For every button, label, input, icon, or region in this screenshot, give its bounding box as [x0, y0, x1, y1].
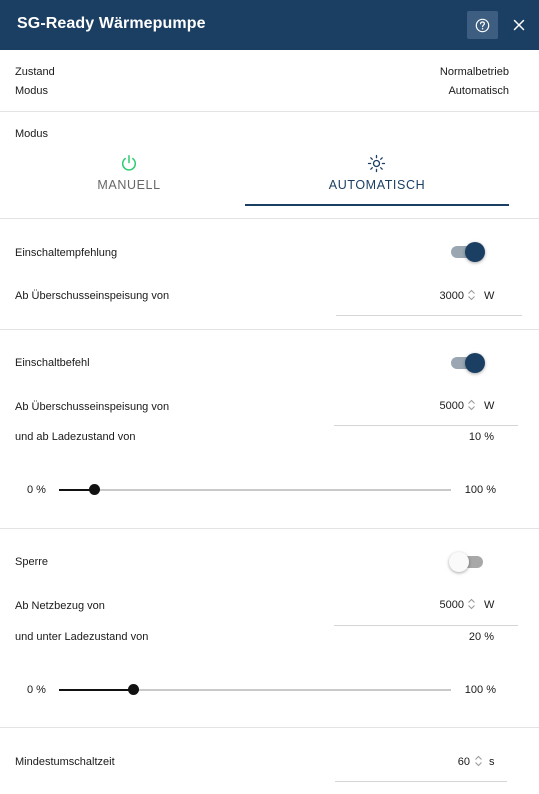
zustand-label: Zustand	[15, 66, 55, 78]
input-underline	[336, 315, 522, 316]
sun-icon	[367, 154, 386, 173]
einschaltbefehl-surplus-label: Ab Überschusseinspeisung von	[15, 401, 170, 413]
help-button[interactable]	[467, 11, 498, 39]
zustand-value: Normalbetrieb	[439, 66, 509, 78]
tab-manuell[interactable]: MANUELL	[15, 150, 243, 206]
mindestumschaltzeit-label: Mindestumschaltzeit	[15, 756, 115, 768]
slider-thumb[interactable]	[89, 484, 101, 495]
tab-automatisch[interactable]: AUTOMATISCH	[245, 150, 509, 206]
sperre-slider-min: 0 %	[27, 684, 46, 696]
sperre-slider-max: 100 %	[464, 684, 496, 696]
input-underline	[334, 425, 518, 426]
sperre-grid-unit: W	[484, 599, 495, 611]
spinner-arrows-icon[interactable]	[467, 288, 476, 302]
input-underline	[334, 625, 518, 626]
divider	[0, 528, 539, 529]
dialog-header: SG-Ready Wärmepumpe	[0, 0, 539, 50]
modus-value: Automatisch	[448, 85, 509, 97]
sperre-label: Sperre	[15, 556, 49, 568]
sperre-grid-label: Ab Netzbezug von	[15, 600, 105, 612]
help-circle-icon	[475, 18, 490, 33]
einschaltempfehlung-surplus-label: Ab Überschusseinspeisung von	[15, 290, 170, 302]
mindestumschaltzeit-input[interactable]: 60	[420, 756, 470, 768]
einschaltempfehlung-surplus-unit: W	[484, 290, 495, 302]
power-icon	[121, 155, 137, 171]
sperre-grid-input[interactable]: 5000	[400, 599, 464, 611]
einschaltbefehl-slider-max: 100 %	[464, 484, 496, 496]
sperre-soc-label: und unter Ladezustand von	[15, 631, 149, 643]
spinner-arrows-icon[interactable]	[474, 754, 483, 768]
tab-manuell-label: MANUELL	[97, 178, 161, 192]
divider	[0, 218, 539, 219]
mindestumschaltzeit-unit: s	[489, 756, 495, 768]
mode-section-label: Modus	[15, 128, 49, 140]
einschaltempfehlung-surplus-input[interactable]: 3000	[400, 290, 464, 302]
sperre-soc-value: 20 %	[468, 631, 494, 643]
spinner-arrows-icon[interactable]	[467, 398, 476, 412]
einschaltbefehl-soc-slider[interactable]	[59, 484, 451, 496]
einschaltbefehl-label: Einschaltbefehl	[15, 357, 90, 369]
tab-automatisch-label: AUTOMATISCH	[328, 178, 426, 192]
einschaltbefehl-soc-label: und ab Ladezustand von	[15, 431, 136, 443]
dialog-title: SG-Ready Wärmepumpe	[17, 15, 206, 32]
divider	[0, 727, 539, 728]
divider	[0, 111, 539, 112]
spinner-arrows-icon[interactable]	[467, 597, 476, 611]
slider-thumb[interactable]	[128, 684, 140, 695]
sperre-soc-slider[interactable]	[59, 684, 451, 696]
einschaltbefehl-toggle[interactable]	[451, 353, 485, 373]
divider	[0, 329, 539, 330]
einschaltbefehl-surplus-unit: W	[484, 400, 495, 412]
einschaltbefehl-soc-value: 10 %	[468, 431, 494, 443]
input-underline	[335, 781, 507, 782]
einschaltempfehlung-toggle[interactable]	[451, 242, 485, 262]
close-button[interactable]	[510, 16, 528, 34]
einschaltbefehl-surplus-input[interactable]: 5000	[400, 400, 464, 412]
sperre-toggle[interactable]	[449, 552, 485, 572]
einschaltbefehl-slider-min: 0 %	[27, 484, 46, 496]
tab-active-indicator	[245, 204, 509, 206]
einschaltempfehlung-label: Einschaltempfehlung	[15, 247, 118, 259]
modus-label: Modus	[15, 85, 49, 97]
close-icon	[513, 19, 525, 31]
